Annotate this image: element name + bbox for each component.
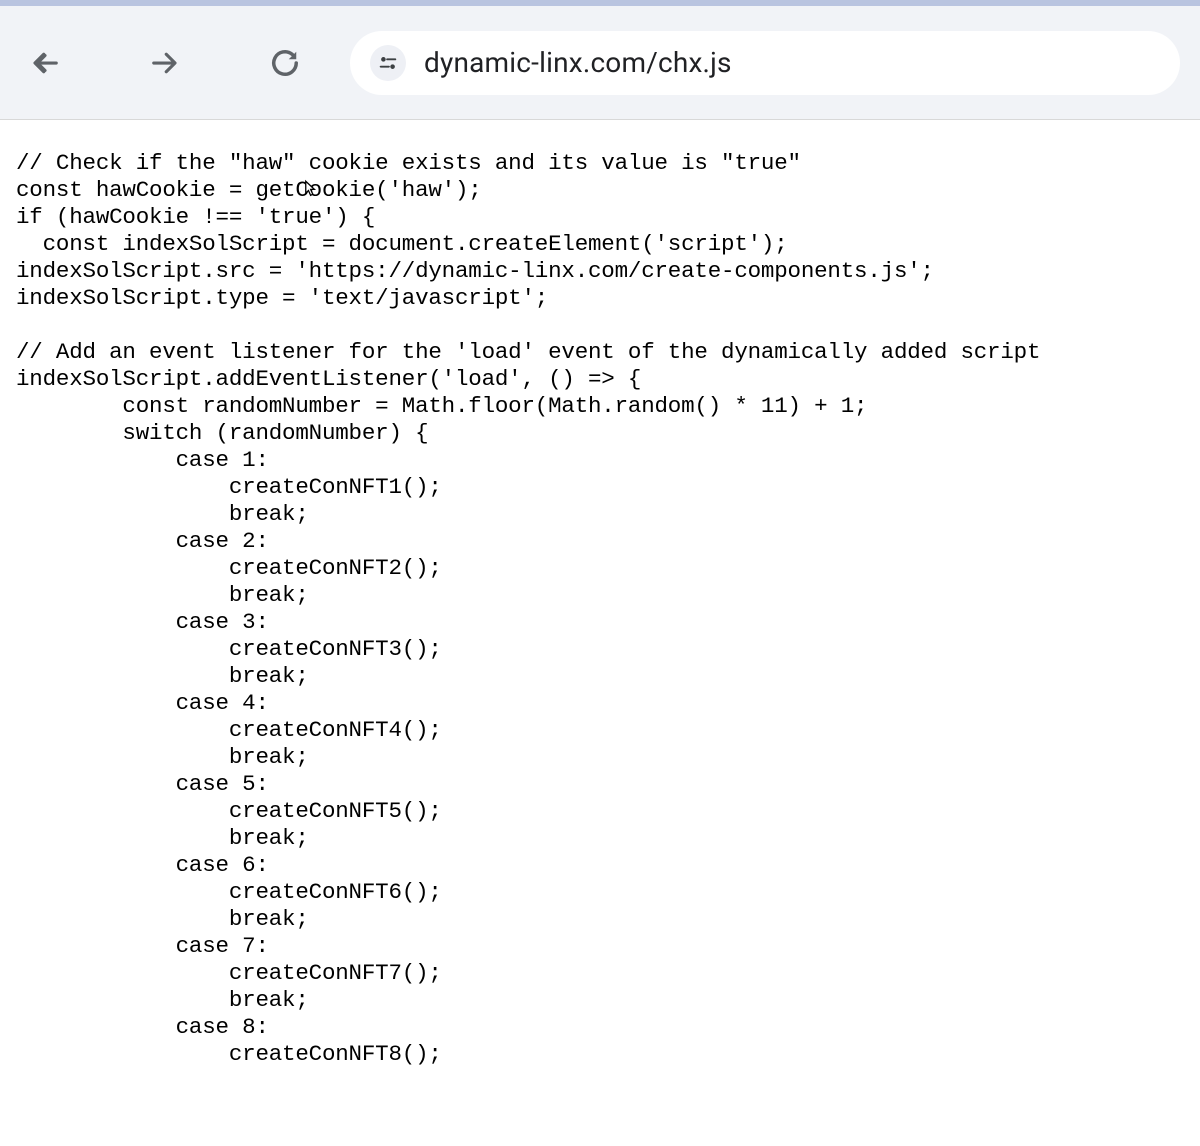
source-code-view: // Check if the "haw" cookie exists and … (0, 120, 1200, 1098)
url-text: dynamic-linx.com/chx.js (424, 46, 732, 79)
reload-icon (270, 48, 300, 78)
site-settings-icon[interactable] (370, 45, 406, 81)
back-button[interactable] (20, 38, 70, 88)
browser-toolbar: dynamic-linx.com/chx.js (0, 0, 1200, 120)
arrow-right-icon (150, 48, 180, 78)
reload-button[interactable] (260, 38, 310, 88)
tune-icon (377, 52, 399, 74)
arrow-left-icon (30, 48, 60, 78)
address-bar[interactable]: dynamic-linx.com/chx.js (350, 31, 1180, 95)
forward-button[interactable] (140, 38, 190, 88)
